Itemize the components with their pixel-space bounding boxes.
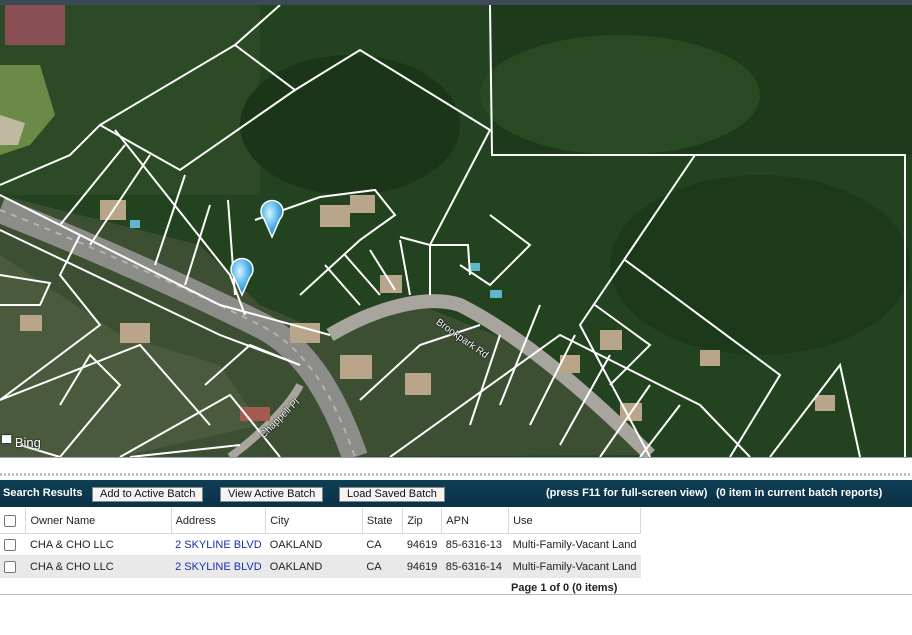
address-cell: 2 SKYLINE BLVD — [171, 555, 266, 578]
owner-cell: CHA & CHO LLC — [25, 533, 172, 556]
city-cell: OAKLAND — [265, 555, 363, 578]
use-cell: Multi-Family-Vacant Land — [508, 533, 641, 556]
owner-cell: CHA & CHO LLC — [25, 555, 172, 578]
bing-b-icon: ▀ — [2, 435, 12, 450]
add-to-active-batch-button[interactable]: Add to Active Batch — [92, 487, 204, 502]
column-header-zip[interactable]: Zip — [402, 508, 443, 534]
search-results-table: Owner Name Address City State Zip APN Us… — [0, 508, 641, 578]
address-link[interactable]: 2 SKYLINE BLVD — [175, 539, 262, 551]
view-active-batch-button[interactable]: View Active Batch — [220, 487, 324, 502]
column-header-use[interactable]: Use — [508, 508, 641, 534]
column-header-owner[interactable]: Owner Name — [25, 508, 172, 534]
batch-count-text: (0 item in current batch reports) — [716, 487, 883, 499]
row-select-cell — [0, 533, 26, 556]
row-checkbox[interactable] — [4, 538, 16, 551]
state-cell: CA — [362, 555, 403, 578]
city-cell: OAKLAND — [265, 533, 363, 556]
table-row[interactable]: CHA & CHO LLC 2 SKYLINE BLVD OAKLAND CA … — [0, 533, 641, 556]
column-header-state[interactable]: State — [362, 508, 404, 534]
use-cell: Multi-Family-Vacant Land — [508, 555, 641, 578]
address-link[interactable]: 2 SKYLINE BLVD — [175, 561, 262, 573]
zip-cell: 94619 — [402, 533, 442, 556]
apn-cell: 85-6316-14 — [441, 555, 509, 578]
column-header-city[interactable]: City — [265, 508, 363, 534]
apn-cell: 85-6316-13 — [441, 533, 509, 556]
table-row[interactable]: CHA & CHO LLC 2 SKYLINE BLVD OAKLAND CA … — [0, 555, 641, 578]
panel-splitter[interactable] — [0, 457, 912, 480]
search-results-title: Search Results — [3, 487, 83, 499]
results-toolbar: Search Results Add to Active Batch View … — [0, 480, 912, 507]
select-all-checkbox[interactable] — [4, 514, 16, 527]
state-cell: CA — [362, 533, 403, 556]
select-all-cell — [0, 508, 27, 534]
load-saved-batch-button[interactable]: Load Saved Batch — [339, 487, 445, 502]
bottom-divider — [0, 594, 912, 595]
bing-logo: ▀ Bing — [2, 435, 41, 450]
address-cell: 2 SKYLINE BLVD — [171, 533, 266, 556]
bing-label: Bing — [14, 435, 41, 450]
pagination-text: Page 1 of 0 (0 items) — [511, 582, 618, 594]
zip-cell: 94619 — [402, 555, 442, 578]
table-header-row: Owner Name Address City State Zip APN Us… — [0, 508, 641, 534]
map-view[interactable]: Brookpark Rd Chappell Pl ▀ Bing — [0, 5, 912, 457]
satellite-map-graphic — [0, 5, 912, 457]
row-select-cell — [0, 555, 26, 578]
column-header-address[interactable]: Address — [171, 508, 267, 534]
splitter-grip[interactable] — [0, 473, 912, 476]
column-header-apn[interactable]: APN — [441, 508, 510, 534]
fullscreen-hint: (press F11 for full-screen view) — [546, 487, 708, 499]
row-checkbox[interactable] — [4, 560, 16, 573]
